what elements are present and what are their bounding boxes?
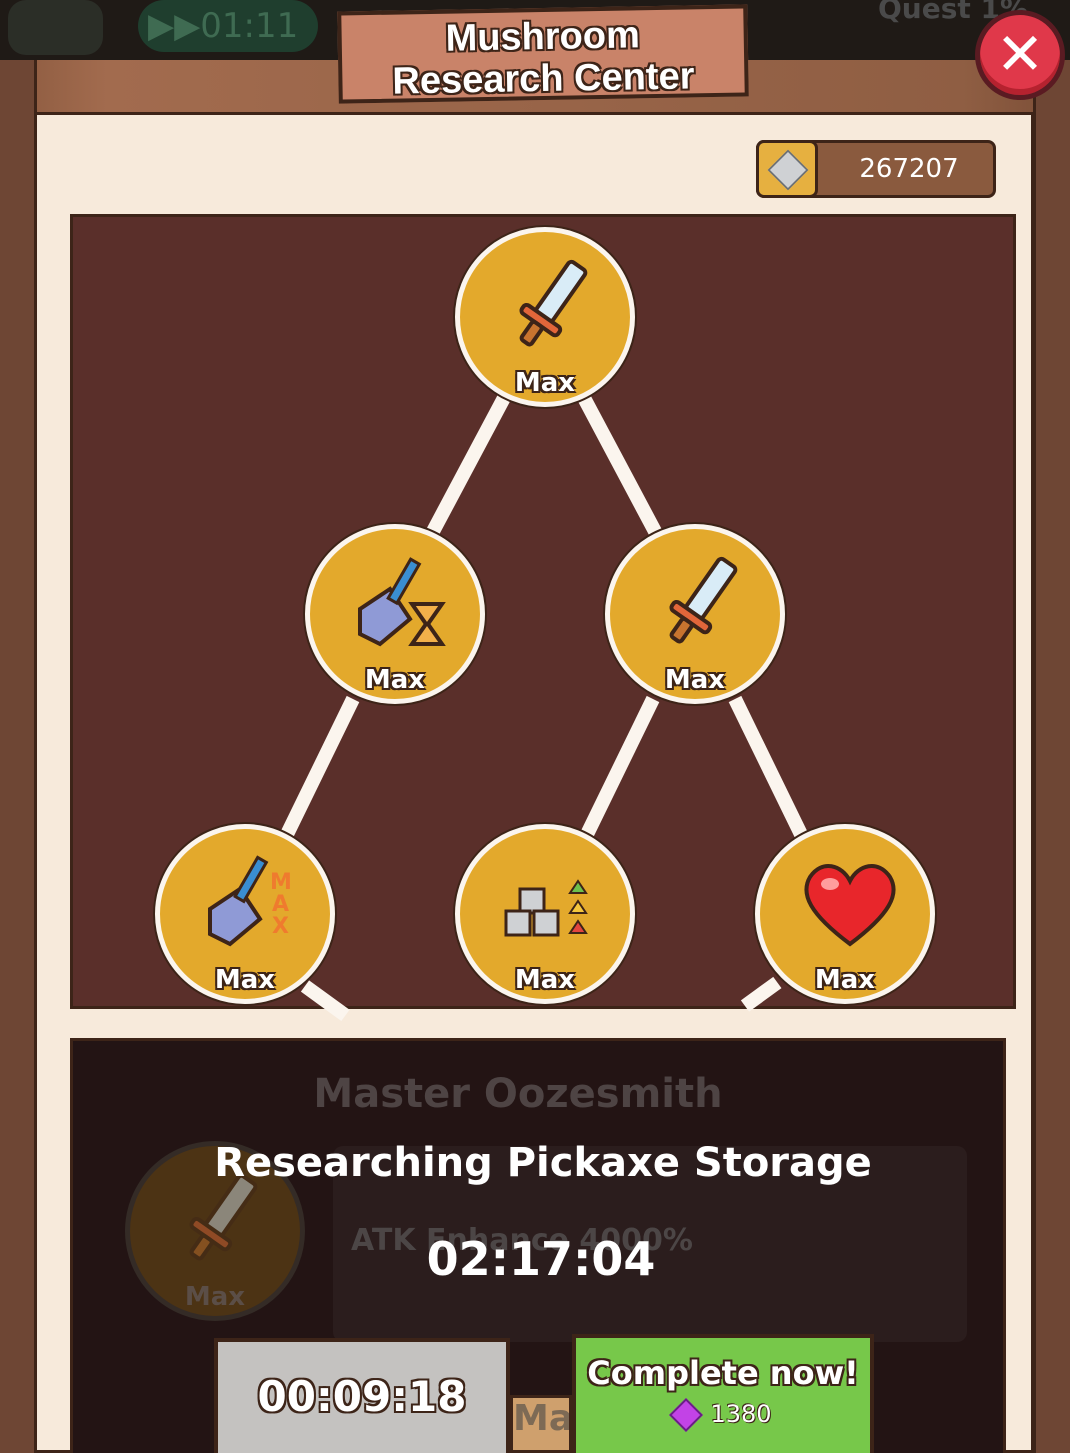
tree-connector [728, 695, 812, 846]
detail-title: Master Oozesmith [313, 1071, 723, 1117]
tree-connector [576, 695, 660, 846]
title-line-2: Research Center [392, 55, 695, 103]
stone-cube-icon [756, 140, 818, 198]
node-label: Max [814, 965, 876, 995]
complete-cost-value: 1380 [710, 1400, 772, 1428]
detail-node-label: Max [184, 1282, 246, 1312]
resource-counter: 267207 [756, 140, 996, 198]
research-node-atk-2[interactable]: Max [605, 524, 785, 704]
research-tree-panel: Max Max Max M A X Max Max Max [70, 214, 1016, 1022]
close-button[interactable]: ✕ [975, 10, 1065, 100]
node-label: Max [514, 965, 576, 995]
complete-now-label: Complete now! [587, 1354, 859, 1392]
node-label: Max [364, 665, 426, 695]
resource-value: 267207 [859, 154, 959, 184]
node-label: Max [664, 665, 726, 695]
researching-title: Researching Pickaxe Storage [214, 1140, 872, 1186]
research-timer-button[interactable]: 00:09:18 [214, 1338, 510, 1453]
node-label: Max [214, 965, 276, 995]
title-line-1: Mushroom [445, 14, 641, 60]
tree-connector [416, 392, 512, 554]
hud-avatar-icon [8, 0, 103, 55]
upgrade-button-hidden-label: Ma [513, 1398, 572, 1439]
heart-icon [804, 864, 896, 947]
tree-connector [276, 695, 360, 846]
close-icon: ✕ [995, 20, 1045, 88]
research-node-hp[interactable]: Max [755, 824, 935, 1004]
research-node-storage[interactable]: Max [455, 824, 635, 1004]
shovel-hourglass-icon [358, 557, 446, 647]
sword-icon [669, 556, 738, 644]
complete-now-button[interactable]: Complete now! 1380 [572, 1334, 874, 1453]
research-node-shovel-max[interactable]: M A X Max [155, 824, 335, 1004]
research-timer: 02:17:04 [426, 1232, 656, 1286]
title-sign: Mushroom Research Center [337, 4, 749, 104]
shovel-max-icon: M A X [208, 855, 292, 947]
research-node-dig-speed[interactable]: Max [305, 524, 485, 704]
research-timer-button-label: 00:09:18 [257, 1372, 467, 1421]
gem-icon [669, 1398, 704, 1432]
node-label: Max [514, 368, 576, 398]
upgrade-button-hidden: Ma [510, 1395, 572, 1453]
complete-cost: 1380 [669, 1398, 772, 1432]
sword-icon [519, 259, 588, 347]
stone-cubes-arrows-icon [504, 879, 588, 937]
research-node-atk[interactable]: Max [455, 227, 635, 407]
hud-speed-timer: ▶▶01:11 [138, 0, 318, 52]
hud-timer-value: 01:11 [200, 6, 299, 46]
svg-text:X: X [272, 914, 289, 939]
tree-connector [576, 392, 672, 554]
